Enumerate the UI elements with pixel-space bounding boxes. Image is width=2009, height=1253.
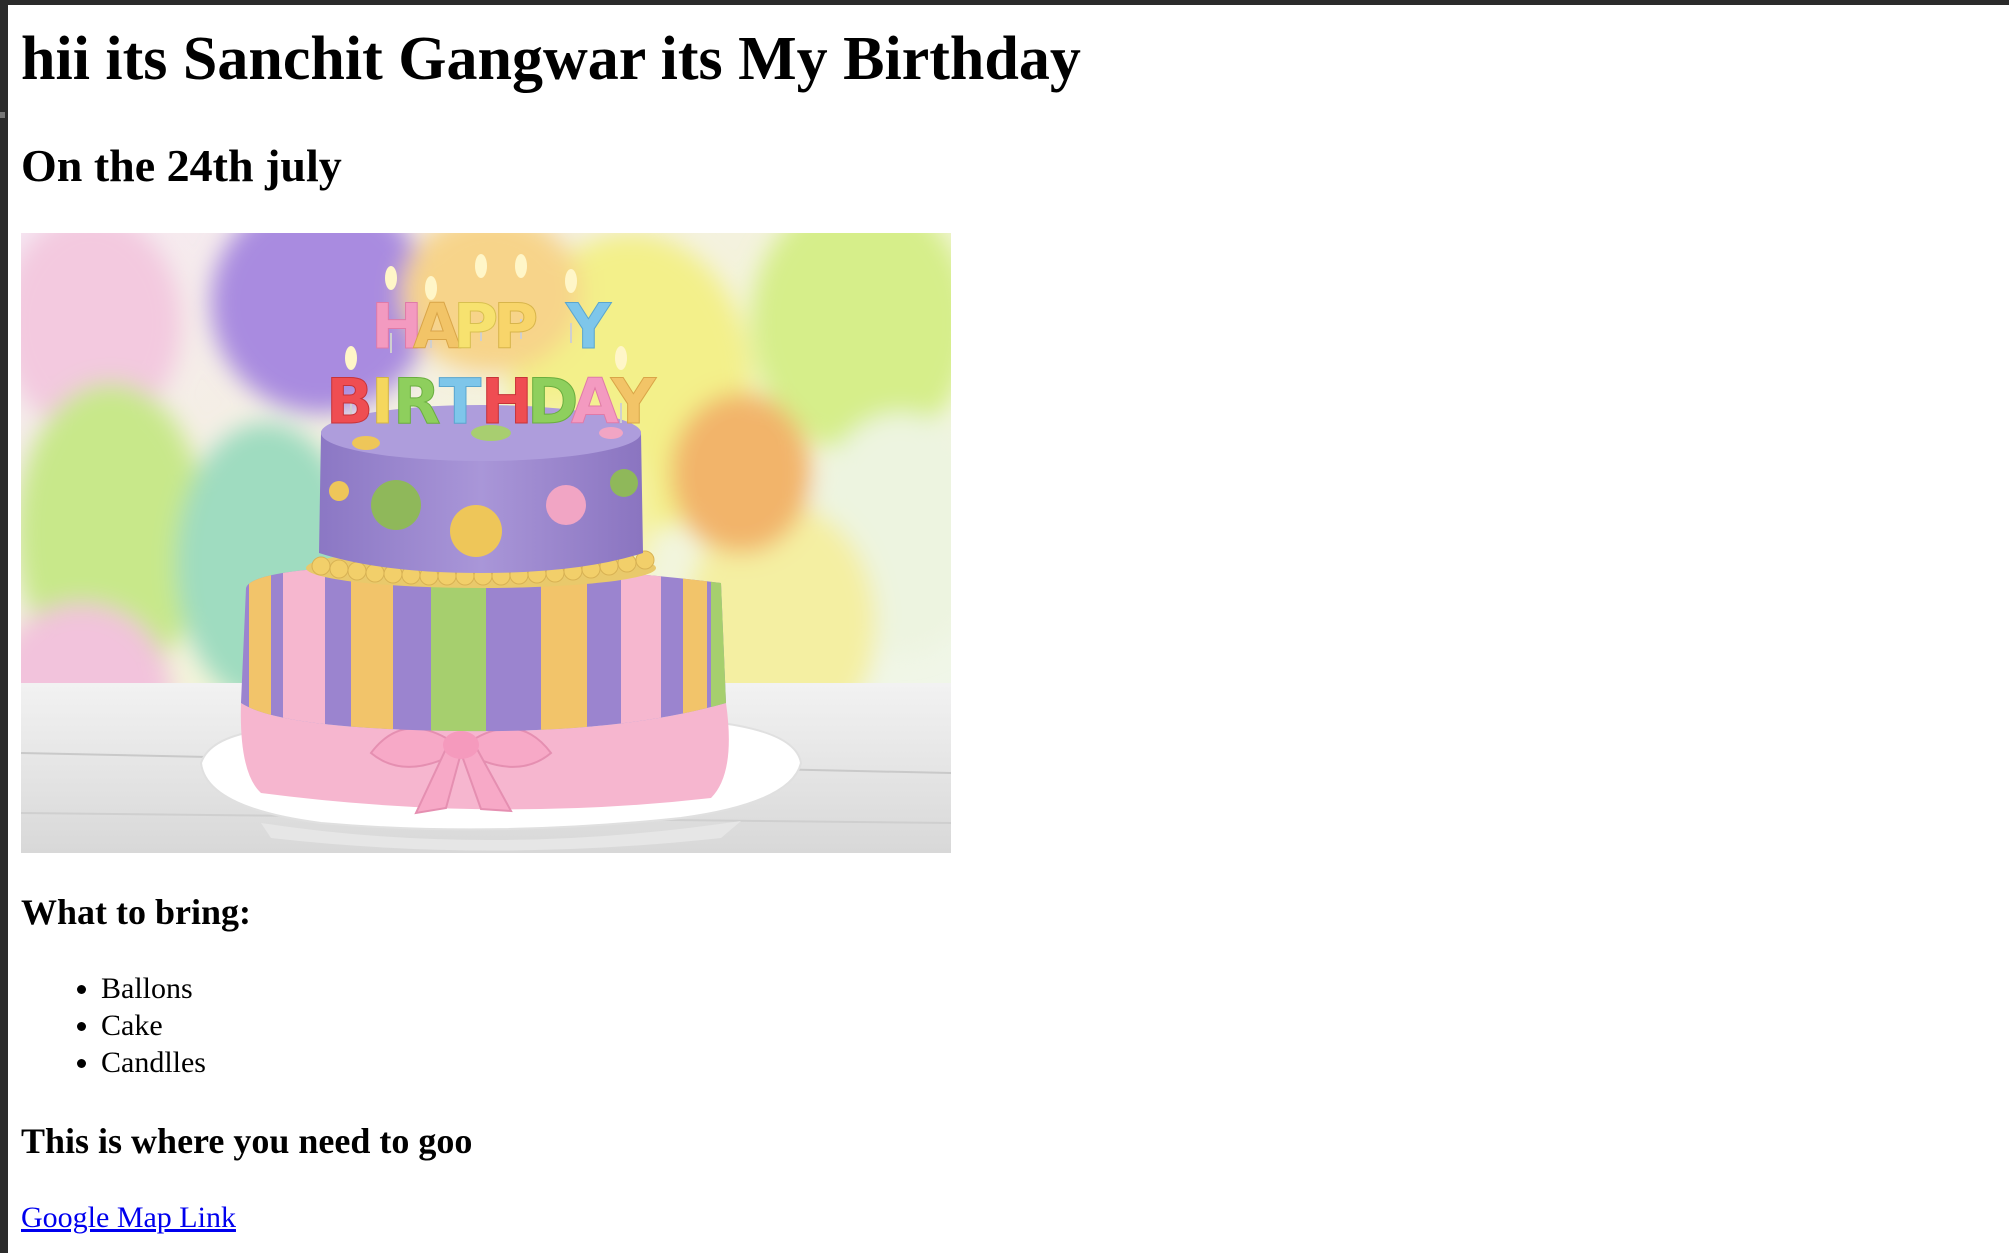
svg-text:H: H [481,365,533,438]
what-to-bring-heading: What to bring: [21,892,252,932]
svg-text:P: P [493,290,538,363]
svg-text:P: P [453,290,498,363]
google-map-link[interactable]: Google Map Link [21,1198,236,1238]
window-frame-top [0,0,2009,5]
where-to-go-heading: This is where you need to goo [21,1121,473,1161]
list-item: Cake [101,1007,206,1044]
page-title: hii its Sanchit Gangwar its My Birthday [21,25,1081,93]
svg-text:Y: Y [565,290,612,363]
svg-text:Y: Y [610,365,657,438]
svg-text:R: R [393,365,441,438]
list-item: Candlles [101,1044,206,1081]
svg-text:T: T [439,365,481,438]
svg-text:I: I [371,365,394,438]
bring-list: Ballons Cake Candlles [21,970,206,1081]
birthday-cake-image: H A P P Y B I R T H D A Y [21,233,951,853]
frame-marker [0,112,5,118]
svg-text:B: B [326,365,373,438]
date-heading: On the 24th july [21,140,342,191]
window-frame-left [0,0,8,1253]
list-item: Ballons [101,970,206,1007]
